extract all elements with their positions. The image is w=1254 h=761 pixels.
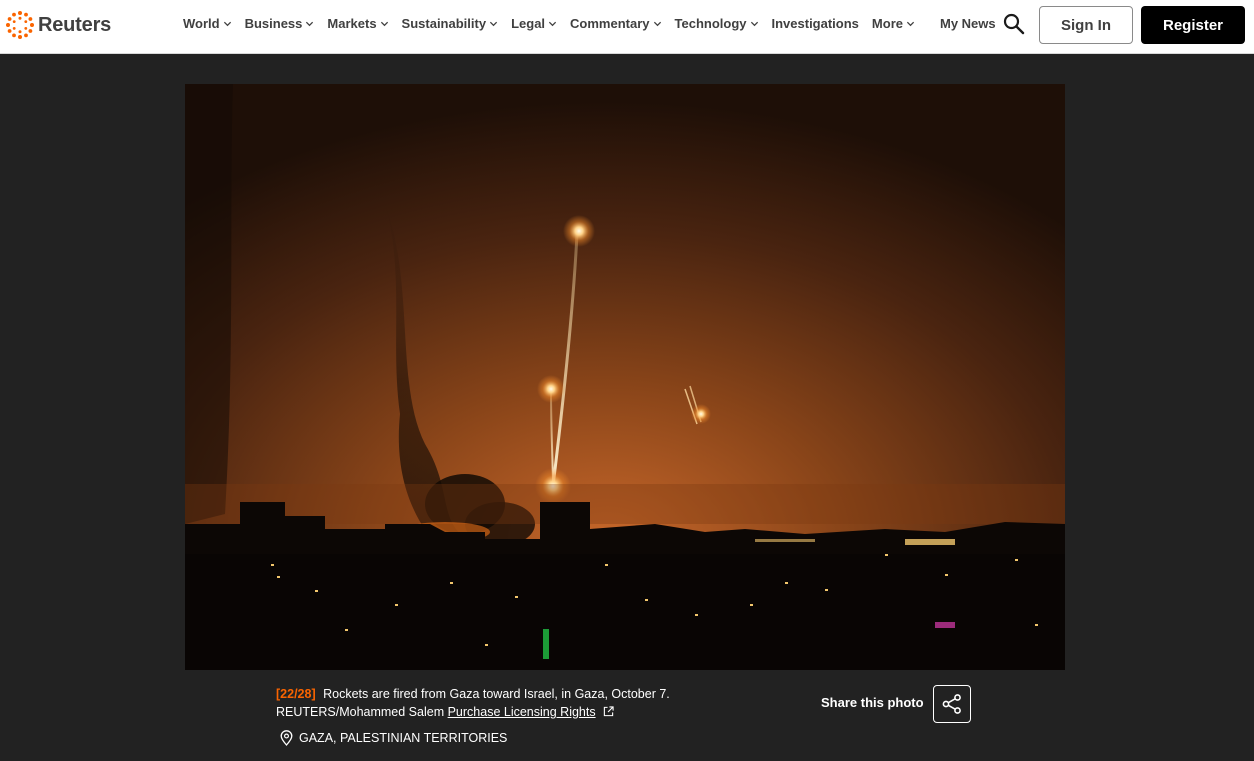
my-news-link[interactable]: My News [940,16,996,31]
location-pin-icon [280,730,293,746]
nav-item-business[interactable]: Business [245,16,315,31]
nav-item-label: Sustainability [401,16,487,31]
chevron-down-icon [548,21,557,27]
share-label: Share this photo [821,695,924,710]
chevron-down-icon [306,21,314,27]
share-icon [942,694,961,714]
nav-item-technology[interactable]: Technology [675,16,759,31]
gallery-photo [185,84,1065,670]
share-button[interactable] [933,685,971,723]
nav-item-legal[interactable]: Legal [511,16,557,31]
sign-in-button[interactable]: Sign In [1039,6,1133,44]
chevron-down-icon [489,21,498,27]
nav-item-label: More [871,16,903,31]
photo-counter: [22/28] [276,687,316,701]
chevron-down-icon [380,21,388,27]
chevron-down-icon [906,21,915,27]
nav-item-label: Business [244,16,303,31]
chevron-down-icon [750,21,758,27]
nav-item-sustainability[interactable]: Sustainability [402,16,499,31]
nav-item-label: Markets [327,16,377,31]
reuters-logo[interactable]: Reuters [5,9,111,41]
search-button[interactable] [1003,13,1025,35]
nav-item-label: Commentary [570,16,650,31]
location-label: GAZA, PALESTINIAN TERRITORIES [299,731,508,745]
reuters-logo-icon [6,11,34,39]
site-header: Reuters World Business Markets Sustainab… [0,0,1254,54]
chevron-down-icon [653,21,661,27]
purchase-licensing-link[interactable]: Purchase Licensing Rights [448,705,596,719]
nav-item-investigations[interactable]: Investigations [772,16,859,31]
nav-item-more[interactable]: More [872,16,915,31]
nav-item-world[interactable]: World [183,16,232,31]
register-button[interactable]: Register [1141,6,1245,44]
nav-item-label: Legal [511,16,546,31]
nav-item-markets[interactable]: Markets [327,16,388,31]
photo-caption: [22/28] Rockets are fired from Gaza towa… [276,685,786,721]
nav-item-label: Investigations [771,16,859,31]
photo-location: GAZA, PALESTINIAN TERRITORIES [280,730,507,746]
external-link-icon [603,706,614,717]
chevron-down-icon [223,21,231,27]
nav-item-label: Technology [674,16,747,31]
logo-wordmark: Reuters [38,13,112,36]
nav-item-commentary[interactable]: Commentary [570,16,661,31]
nav-item-label: World [183,16,220,31]
search-icon [1003,13,1025,35]
night-sky-rockets-image [185,84,1065,670]
main-nav: World Business Markets Sustainability Le… [183,16,928,31]
